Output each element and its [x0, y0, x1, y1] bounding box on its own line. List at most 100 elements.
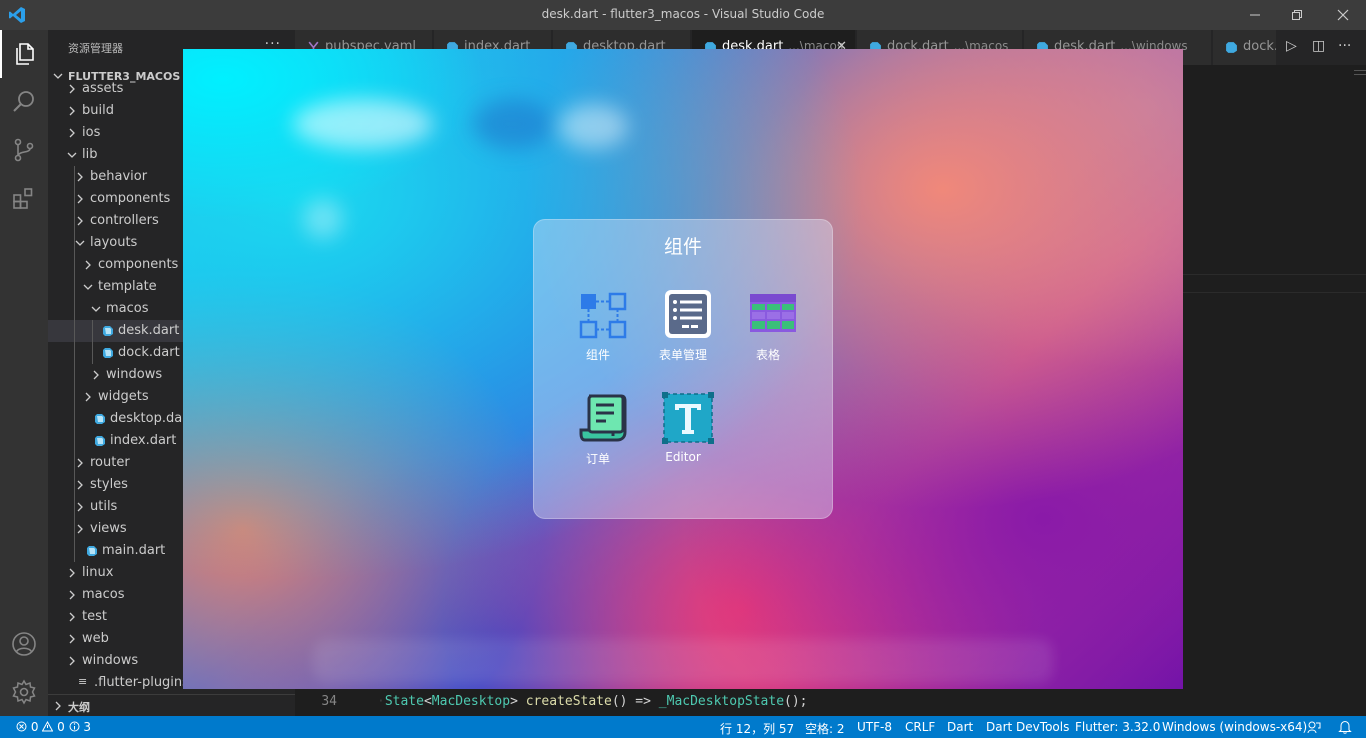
components-icon [579, 292, 627, 339]
code-text: ·State<MacDesktop> createState() => _Mac… [377, 694, 808, 709]
chevron-right-icon [77, 194, 83, 204]
run-icon[interactable]: ▷ [1286, 38, 1297, 54]
source-control-icon [14, 138, 34, 162]
app-components[interactable]: 组件 [556, 288, 640, 378]
tree-item-label: ios [82, 125, 101, 140]
error-count: 0 [30, 720, 39, 734]
close-window-button[interactable] [1320, 0, 1366, 30]
close-icon [1337, 9, 1349, 21]
app-order[interactable]: 订单 [556, 392, 640, 482]
code-token: createState [525, 694, 612, 709]
source-control-button[interactable] [0, 126, 48, 174]
panel-title: 组件 [663, 236, 702, 258]
language-mode[interactable]: Dart [947, 720, 973, 734]
settings-icon [12, 679, 36, 705]
minimap-mark [1354, 70, 1366, 71]
tree-item-label: lib [82, 147, 98, 162]
chevron-right-icon [77, 502, 83, 512]
app-table[interactable]: 表格 [726, 288, 810, 378]
tree-item-label: desk.dart [118, 323, 180, 338]
desktop-icon-blur [293, 99, 433, 149]
search-button[interactable] [0, 78, 48, 126]
tree-item-label: layouts [90, 235, 138, 250]
editor-tab[interactable]: dock.dart [1213, 30, 1305, 65]
app-editor[interactable]: Editor [641, 392, 725, 482]
editor-divider [1183, 274, 1366, 275]
tree-item-label: web [82, 631, 109, 646]
outline-label: 大纲 [68, 701, 90, 714]
warning-icon [41, 720, 54, 732]
flutter-version[interactable]: Flutter: 3.32.0 [1075, 720, 1160, 734]
indent-guide [74, 166, 75, 562]
tree-item-label: template [98, 279, 157, 294]
feedback-button[interactable] [1307, 720, 1321, 737]
tree-item-label: assets [82, 81, 124, 96]
chevron-right-icon [69, 568, 75, 578]
extensions-button[interactable] [0, 174, 48, 222]
explorer-title: 资源管理器 [68, 42, 123, 55]
app-form-management[interactable]: 表单管理 [641, 288, 725, 378]
more-icon[interactable]: ··· [1338, 38, 1351, 54]
chevron-right-icon [69, 106, 75, 116]
restore-button[interactable] [1274, 0, 1320, 30]
activity-bar [0, 30, 48, 716]
chevron-right-icon [77, 524, 83, 534]
chevron-down-icon [75, 240, 85, 246]
split-editor-icon[interactable]: ◫ [1312, 38, 1325, 54]
tree-item-label: build [82, 103, 114, 118]
code-line[interactable]: 34 ·State<MacDesktop> createState() => _… [295, 690, 1366, 714]
cursor-position[interactable]: 行 12，列 57 [720, 720, 794, 737]
file-icon: ≡ [78, 675, 88, 688]
chevron-right-icon [69, 590, 75, 600]
app-label: 组件 [585, 348, 610, 362]
code-token: > [510, 694, 526, 709]
status-bar: 0 0 3 行 12，列 57 空格: 2 UTF-8 CRLF Dart Da… [0, 716, 1366, 738]
tree-item-label: router [90, 455, 130, 470]
form-icon [665, 290, 711, 338]
tree-item-label: views [90, 521, 127, 536]
notifications-button[interactable] [1338, 720, 1352, 737]
chevron-right-icon [69, 634, 75, 644]
tree-item-label: widgets [98, 389, 149, 404]
code-token: _MacDesktopState [658, 694, 785, 709]
line-ending[interactable]: CRLF [905, 720, 935, 734]
tree-item-label: windows [82, 653, 139, 668]
dart-file-icon [103, 326, 113, 336]
settings-button[interactable] [0, 668, 48, 716]
editor-actions: ▷ ◫ ··· [1276, 30, 1366, 65]
chevron-down-icon [83, 284, 93, 290]
tree-item-label: macos [82, 587, 125, 602]
minimize-button[interactable] [1232, 0, 1278, 30]
indentation[interactable]: 空格: 2 [805, 720, 845, 737]
encoding[interactable]: UTF-8 [857, 720, 892, 734]
explorer-icon [16, 43, 34, 65]
dart-file-icon [95, 414, 105, 424]
tree-item-label: windows [106, 367, 163, 382]
editor-icon [662, 392, 714, 444]
explorer-button[interactable] [0, 30, 48, 78]
app-label: 表格 [755, 348, 780, 362]
chevron-down-icon [67, 152, 77, 158]
app-label: Editor [665, 450, 701, 464]
table-icon [750, 294, 796, 332]
code-token: () => [611, 694, 659, 709]
tree-item-label: behavior [90, 169, 148, 184]
window-title: desk.dart - flutter3_macos - Visual Stud… [541, 7, 825, 21]
device-selector[interactable]: Windows (windows-x64) [1162, 720, 1307, 734]
dart-devtools[interactable]: Dart DevTools [986, 720, 1069, 734]
tree-item-label: main.dart [102, 543, 166, 558]
chevron-right-icon [69, 612, 75, 622]
editor-divider [1183, 292, 1366, 293]
problems-status[interactable]: 0 0 3 [16, 720, 91, 734]
desktop-icon-blur [303, 199, 343, 239]
tree-item-label: macos [106, 301, 149, 316]
tree-item-label: controllers [90, 213, 159, 228]
account-button[interactable] [0, 620, 48, 668]
outline-section[interactable]: 大纲 [48, 694, 295, 716]
minimize-icon [1250, 14, 1260, 16]
tree-item-label: styles [90, 477, 128, 492]
tree-item-label: utils [90, 499, 118, 514]
app-label: 订单 [585, 452, 610, 466]
chevron-right-icon [85, 392, 91, 402]
code-token: (); [784, 694, 808, 709]
